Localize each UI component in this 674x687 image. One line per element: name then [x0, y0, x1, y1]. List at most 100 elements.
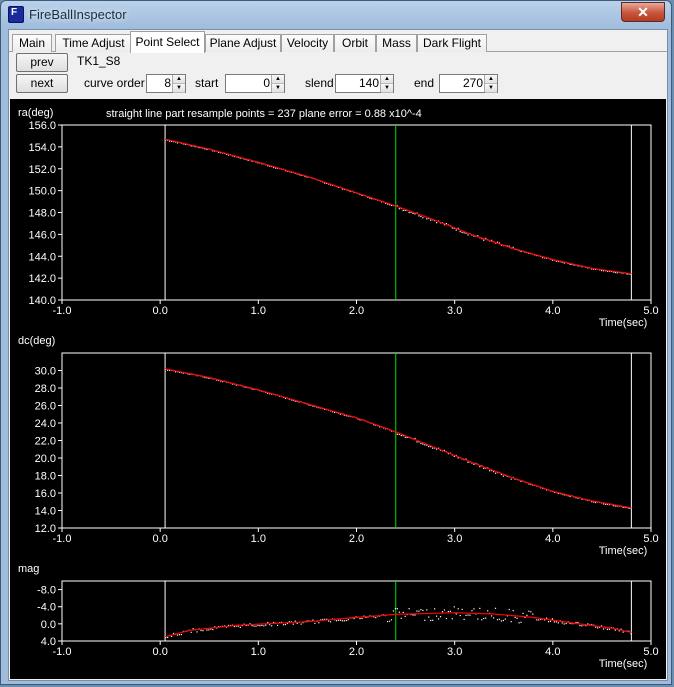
data-point: [557, 622, 559, 624]
data-point: [432, 447, 434, 449]
data-point: [328, 620, 330, 622]
data-point: [630, 633, 632, 635]
tab-velocity[interactable]: Velocity: [281, 34, 334, 52]
slend-spinner[interactable]: 140 ▲ ▼: [335, 74, 394, 93]
data-point: [473, 608, 475, 610]
data-point: [335, 620, 338, 622]
data-point: [237, 625, 239, 627]
data-point: [514, 616, 516, 619]
x-tick-label: 3.0: [447, 646, 462, 658]
data-point: [494, 472, 497, 474]
data-point: [345, 619, 347, 622]
data-point: [398, 208, 400, 210]
spin-up-icon[interactable]: ▲: [381, 75, 393, 84]
data-point: [402, 209, 404, 212]
x-tick-label: 5.0: [643, 533, 658, 545]
data-point: [404, 615, 406, 617]
chart-1: [58, 352, 652, 532]
spin-down-icon[interactable]: ▼: [272, 84, 284, 93]
next-button[interactable]: next: [16, 74, 68, 93]
tab-plane-adjust[interactable]: Plane Adjust: [205, 34, 281, 52]
spin-up-icon[interactable]: ▲: [173, 75, 185, 84]
data-point: [422, 609, 424, 612]
data-point: [292, 623, 294, 625]
data-point: [426, 609, 428, 611]
data-point: [343, 620, 345, 622]
data-point: [420, 442, 422, 445]
y-tick-label: -4.0: [37, 602, 56, 614]
tab-time-adjust[interactable]: Time Adjust: [55, 34, 132, 52]
y-tick-label: 20.0: [35, 453, 56, 465]
slend-label: slend: [305, 76, 334, 90]
data-point: [563, 623, 565, 625]
data-point: [496, 619, 499, 621]
data-point: [565, 622, 567, 625]
data-point: [196, 631, 198, 633]
spin-down-icon[interactable]: ▼: [173, 84, 185, 93]
data-point: [375, 617, 377, 619]
data-point: [608, 628, 610, 630]
tab-point-select[interactable]: Point Select: [130, 31, 205, 53]
data-point: [581, 625, 583, 627]
data-point: [489, 470, 491, 472]
data-point: [418, 215, 420, 217]
data-point: [528, 610, 530, 612]
data-point: [263, 625, 265, 627]
data-point: [502, 619, 504, 622]
data-point: [390, 619, 393, 621]
spin-up-icon[interactable]: ▲: [272, 75, 284, 84]
data-point: [388, 620, 391, 622]
data-point: [469, 614, 471, 616]
data-point: [418, 610, 420, 612]
y-tick-label: 4.0: [41, 636, 56, 648]
data-point: [436, 222, 438, 224]
plot-area[interactable]: straight line part resample points = 237…: [10, 99, 666, 679]
data-point: [436, 615, 438, 617]
curve-order-spinner[interactable]: 8 ▲ ▼: [146, 74, 186, 93]
tab-orbit[interactable]: Orbit: [334, 34, 376, 52]
data-point: [451, 618, 453, 620]
charts-svg[interactable]: straight line part resample points = 237…: [10, 99, 666, 679]
data-point: [502, 475, 504, 477]
x-tick-label: 0.0: [153, 533, 168, 545]
data-point: [416, 610, 418, 612]
start-spinner[interactable]: 0 ▲ ▼: [225, 74, 285, 93]
x-tick-label: 4.0: [545, 305, 560, 317]
data-point: [180, 634, 182, 636]
data-point: [579, 625, 581, 627]
data-point: [467, 234, 469, 236]
tab-dark-flight[interactable]: Dark Flight: [417, 34, 487, 52]
data-point: [530, 611, 532, 613]
data-point: [212, 628, 214, 631]
data-point: [259, 625, 261, 627]
y-tick-label: -8.0: [37, 585, 56, 597]
x-tick-label: 2.0: [349, 533, 364, 545]
data-point: [471, 610, 473, 612]
tab-main[interactable]: Main: [12, 34, 52, 52]
y-tick-label: 22.0: [35, 436, 56, 448]
data-point: [269, 624, 271, 626]
data-point: [481, 619, 483, 621]
data-point: [487, 610, 489, 612]
y-axis-label: ra(deg): [18, 107, 53, 119]
tab-mass[interactable]: Mass: [376, 34, 417, 52]
y-tick-label: 142.0: [28, 273, 56, 285]
y-tick-label: 156.0: [28, 120, 56, 132]
data-point: [339, 619, 342, 621]
y-tick-label: 12.0: [35, 523, 56, 535]
data-point: [500, 620, 503, 622]
data-point: [536, 619, 538, 621]
close-button[interactable]: ✕: [621, 2, 665, 22]
end-spinner[interactable]: 270 ▲ ▼: [439, 74, 498, 93]
data-point: [359, 617, 361, 620]
y-tick-label: 148.0: [28, 208, 56, 220]
prev-button[interactable]: prev: [16, 53, 68, 72]
title-bar[interactable]: F FireBallInspector ✕: [1, 1, 671, 28]
data-point: [498, 618, 501, 620]
data-point: [276, 624, 279, 626]
y-tick-label: 140.0: [28, 295, 56, 307]
spin-down-icon[interactable]: ▼: [485, 84, 497, 93]
spin-down-icon[interactable]: ▼: [381, 84, 393, 93]
spin-up-icon[interactable]: ▲: [485, 75, 497, 84]
data-point: [202, 630, 204, 632]
